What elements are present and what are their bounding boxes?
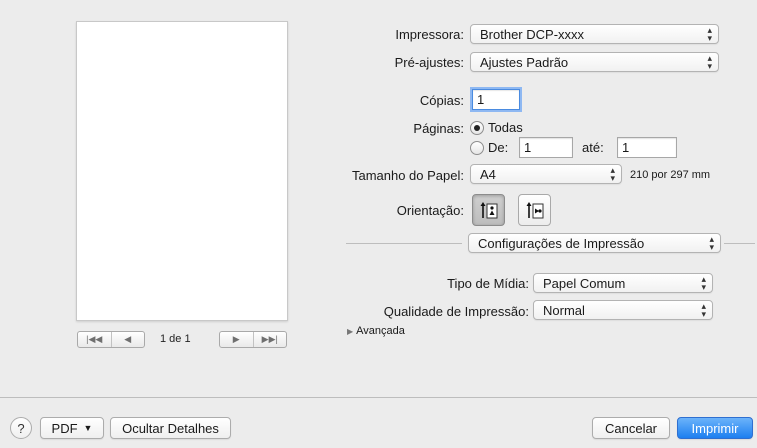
- print-quality-value: Normal: [543, 302, 585, 318]
- printer-value: Brother DCP-xxxx: [480, 26, 585, 42]
- pages-from-field[interactable]: 1: [519, 137, 573, 158]
- chevron-down-icon: ▼: [83, 423, 93, 433]
- section-popup[interactable]: Configurações de Impressão ▴ ▾: [468, 233, 721, 253]
- chevron-updown-icon: ▴ ▾: [701, 274, 706, 292]
- chevron-updown-icon: ▴ ▾: [610, 165, 615, 183]
- last-page-icon: ▶▶|: [261, 334, 278, 344]
- advanced-label: Avançada: [356, 325, 405, 337]
- page-preview: [76, 21, 288, 321]
- copies-label: Cópias:: [419, 93, 464, 108]
- footer-divider: [0, 397, 757, 398]
- hide-details-button[interactable]: Ocultar Detalhes: [110, 417, 231, 439]
- section-divider-right: [724, 243, 755, 244]
- last-page-button[interactable]: ▶▶|: [252, 332, 287, 347]
- disclosure-triangle-icon: ▶: [347, 326, 354, 336]
- media-type-label: Tipo de Mídia:: [447, 276, 529, 291]
- preview-nav-back-group: |◀◀ ◀: [77, 331, 145, 348]
- page-indicator: 1 de 1: [160, 333, 191, 345]
- radio-range[interactable]: [470, 140, 484, 155]
- help-icon: ?: [17, 420, 25, 436]
- preview-nav-forward-group: ▶ ▶▶|: [219, 331, 287, 348]
- media-type-popup[interactable]: Papel Comum ▴ ▾: [533, 273, 713, 293]
- paper-dimensions: 210 por 297 mm: [630, 169, 711, 181]
- pdf-label: PDF: [51, 420, 78, 436]
- printer-label: Impressora:: [395, 27, 464, 42]
- landscape-icon: [526, 202, 543, 219]
- next-page-icon: ▶: [232, 334, 240, 344]
- chevron-updown-icon: ▴ ▾: [709, 234, 714, 252]
- paper-size-value: A4: [480, 166, 496, 182]
- previous-page-button[interactable]: ◀: [110, 332, 145, 347]
- portrait-icon: [480, 202, 497, 219]
- radio-all[interactable]: [470, 120, 484, 135]
- paper-size-label: Tamanho do Papel:: [351, 168, 464, 183]
- orientation-label: Orientação:: [396, 203, 464, 218]
- print-quality-label: Qualidade de Impressão:: [383, 304, 529, 319]
- cancel-button[interactable]: Cancelar: [592, 417, 670, 439]
- section-divider-left: [346, 243, 462, 244]
- chevron-updown-icon: ▴ ▾: [707, 25, 712, 43]
- presets-popup[interactable]: Ajustes Padrão ▴ ▾: [470, 52, 719, 72]
- presets-value: Ajustes Padrão: [480, 54, 569, 70]
- first-page-icon: |◀◀: [86, 334, 103, 344]
- next-page-button[interactable]: ▶: [220, 332, 253, 347]
- advanced-disclosure[interactable]: ▶ Avançada: [347, 325, 405, 337]
- print-button[interactable]: Imprimir: [677, 417, 753, 439]
- pages-from-label: De:: [488, 140, 509, 155]
- first-page-button[interactable]: |◀◀: [78, 332, 111, 347]
- landscape-orientation-button[interactable]: [518, 194, 551, 226]
- portrait-orientation-button[interactable]: [472, 194, 505, 226]
- pdf-menu-button[interactable]: PDF ▼: [40, 417, 104, 439]
- pages-all-option[interactable]: Todas: [470, 120, 523, 135]
- pages-to-label: até:: [582, 140, 604, 155]
- paper-size-popup[interactable]: A4 ▴ ▾: [470, 164, 622, 184]
- printer-popup[interactable]: Brother DCP-xxxx ▴ ▾: [470, 24, 719, 44]
- print-quality-popup[interactable]: Normal ▴ ▾: [533, 300, 713, 320]
- copies-field[interactable]: 1: [472, 89, 520, 110]
- chevron-updown-icon: ▴ ▾: [701, 301, 706, 319]
- media-type-value: Papel Comum: [543, 275, 626, 291]
- pages-all-label: Todas: [488, 120, 523, 135]
- pages-to-field[interactable]: 1: [617, 137, 677, 158]
- pages-range-option[interactable]: De:: [470, 140, 508, 155]
- presets-label: Pré-ajustes:: [394, 55, 464, 70]
- pages-label: Páginas:: [413, 121, 464, 136]
- chevron-updown-icon: ▴ ▾: [707, 53, 712, 71]
- help-button[interactable]: ?: [10, 417, 32, 439]
- section-popup-value: Configurações de Impressão: [478, 235, 645, 251]
- previous-page-icon: ◀: [124, 334, 132, 344]
